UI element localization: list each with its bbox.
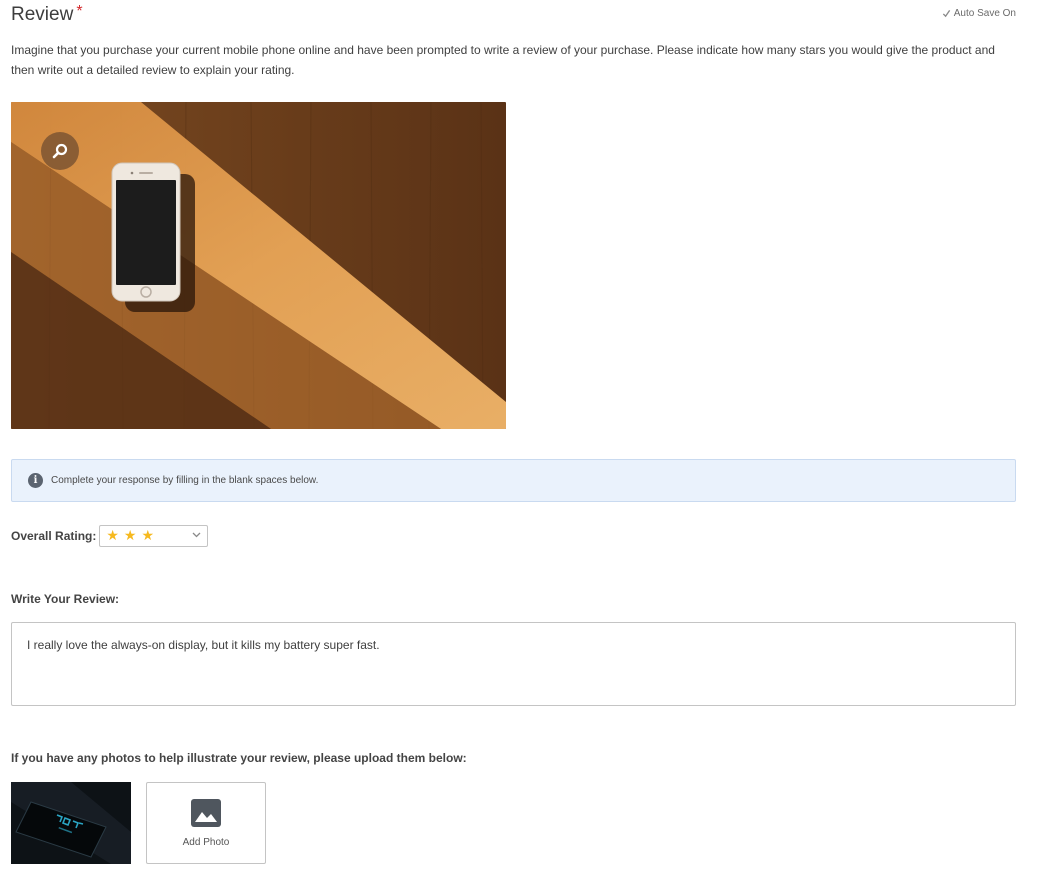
survey-question: Review * Auto Save On Imagine that you p… <box>0 0 1062 871</box>
photos-label: If you have any photos to help illustrat… <box>11 751 467 765</box>
add-photo-label: Add Photo <box>182 837 230 848</box>
uploaded-photo[interactable] <box>11 782 131 864</box>
autosave-label: Auto Save On <box>953 8 1016 19</box>
add-photo-button[interactable]: Add Photo <box>146 782 266 864</box>
review-text: I really love the always-on display, but… <box>27 638 380 652</box>
info-banner: i Complete your response by filling in t… <box>11 459 1016 502</box>
image-icon <box>191 799 221 827</box>
magnifier-icon <box>52 143 68 159</box>
question-title: Review <box>11 4 74 25</box>
zoom-image-button[interactable] <box>41 132 79 170</box>
phone-on-wood-photo <box>11 102 506 429</box>
review-label: Write Your Review: <box>11 592 120 606</box>
question-title-wrap: Review * <box>11 4 83 26</box>
autosave-status: Auto Save On <box>942 8 1016 19</box>
info-banner-text: Complete your response by filling in the… <box>51 475 319 486</box>
info-icon: i <box>28 473 43 488</box>
rating-select[interactable]: ★★★ <box>99 525 209 547</box>
required-marker: * <box>76 3 83 20</box>
product-image <box>11 102 506 429</box>
chevron-down-icon <box>192 532 201 538</box>
question-header: Review * Auto Save On <box>11 4 1016 30</box>
rating-label: Overall Rating: <box>11 529 97 543</box>
rating-stars: ★★★ <box>106 528 160 544</box>
review-textarea[interactable]: I really love the always-on display, but… <box>11 622 1016 706</box>
check-icon <box>942 9 950 18</box>
question-prompt: Imagine that you purchase your current m… <box>11 43 995 77</box>
rating-row: Overall Rating: ★★★ <box>11 525 209 547</box>
dark-phone-clock-photo <box>11 782 131 864</box>
